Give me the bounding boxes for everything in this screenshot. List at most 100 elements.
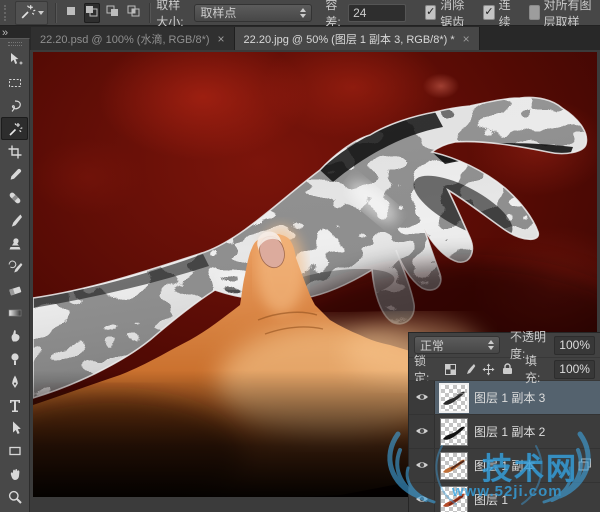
layer-row[interactable]: 图层 1 <box>409 483 600 512</box>
tab-22-20-psd[interactable]: 22.20.psd @ 100% (水滴, RGB/8*) × <box>31 27 235 50</box>
marquee-icon <box>7 75 23 91</box>
tool-lasso[interactable] <box>1 94 28 117</box>
eye-icon <box>415 459 429 473</box>
lock-all-icon[interactable] <box>501 362 515 376</box>
options-bar: 取样大小: 取样点 容差: ✓ 消除锯齿 ✓ 连续 对所有图层取样 <box>0 0 600 26</box>
current-tool-button[interactable] <box>15 1 48 25</box>
add-to-selection-button[interactable] <box>84 3 100 23</box>
history-brush-icon <box>7 259 23 275</box>
dodge-icon <box>7 351 23 367</box>
tool-brush[interactable] <box>1 209 28 232</box>
blend-mode-value: 正常 <box>420 337 444 354</box>
layer-name: 图层 1 副本 3 <box>474 389 545 406</box>
tool-pen[interactable] <box>1 370 28 393</box>
tool-healing-brush[interactable] <box>1 186 28 209</box>
visibility-toggle[interactable] <box>409 381 435 414</box>
duplicate-badge-icon <box>578 458 592 474</box>
crop-icon <box>7 144 23 160</box>
eye-icon <box>415 425 429 439</box>
tools-panel <box>0 38 30 512</box>
tab-22-20-jpg[interactable]: 22.20.jpg @ 50% (图层 1 副本 3, RGB/8*) * × <box>235 27 480 50</box>
options-bar-grip[interactable] <box>4 5 8 21</box>
sample-size-dropdown[interactable]: 取样点 <box>194 4 312 22</box>
opacity-value[interactable]: 100% <box>554 336 595 355</box>
separator <box>149 3 150 23</box>
add-to-selection-icon <box>84 4 100 21</box>
type-icon <box>7 397 23 413</box>
checkbox-unchecked-icon <box>529 5 539 20</box>
layer-thumbnail[interactable] <box>441 385 467 411</box>
eyedropper-icon <box>7 167 23 183</box>
separator <box>55 3 56 23</box>
visibility-toggle[interactable] <box>409 449 435 482</box>
tool-type[interactable] <box>1 393 28 416</box>
tool-zoom[interactable] <box>1 485 28 508</box>
visibility-toggle[interactable] <box>409 483 435 512</box>
eye-icon <box>415 493 429 507</box>
path-selection-icon <box>7 420 23 436</box>
zoom-icon <box>7 489 23 505</box>
intersect-selection-icon <box>126 4 142 21</box>
subtract-from-selection-icon <box>105 4 121 21</box>
lock-position-icon[interactable] <box>482 362 496 376</box>
tool-rectangular-marquee[interactable] <box>1 71 28 94</box>
brush-icon <box>7 213 23 229</box>
tolerance-input[interactable] <box>348 4 406 22</box>
layer-name: 图层 1 <box>474 491 508 508</box>
new-selection-button[interactable] <box>63 3 79 23</box>
layers-panel: 正常 不透明度: 100% 锁定: 填充: 100% 图层 1 副本 3 <box>408 332 600 512</box>
tool-magic-wand[interactable] <box>1 117 28 140</box>
layer-name: 图层 1 副本 2 <box>474 423 545 440</box>
tool-preset-caret-icon <box>38 11 44 15</box>
fill-value[interactable]: 100% <box>554 360 595 379</box>
tool-gradient[interactable] <box>1 301 28 324</box>
tool-path-selection[interactable] <box>1 416 28 439</box>
stepper-icon <box>488 340 494 350</box>
tool-move[interactable] <box>1 48 28 71</box>
layer-row[interactable]: 图层 1 副本 3 <box>409 381 600 415</box>
document-tab-bar: » 22.20.psd @ 100% (水滴, RGB/8*) × 22.20.… <box>0 26 600 50</box>
subtract-from-selection-button[interactable] <box>105 3 121 23</box>
sample-size-dropdown-value: 取样点 <box>200 4 236 21</box>
close-icon[interactable]: × <box>218 32 225 46</box>
layer-thumbnail[interactable] <box>441 453 467 479</box>
tool-eraser[interactable] <box>1 278 28 301</box>
hand-icon <box>7 466 23 482</box>
lasso-icon <box>7 98 23 114</box>
smudge-icon <box>7 328 23 344</box>
tool-eyedropper[interactable] <box>1 163 28 186</box>
lock-pixels-icon[interactable] <box>462 362 476 376</box>
stepper-icon <box>300 8 306 18</box>
tools-panel-grip[interactable] <box>8 42 22 46</box>
tool-clone-stamp[interactable] <box>1 232 28 255</box>
tool-history-brush[interactable] <box>1 255 28 278</box>
layer-thumbnail[interactable] <box>441 487 467 512</box>
clone-stamp-icon <box>7 236 23 252</box>
layer-row[interactable]: 图层 1 副本 2 <box>409 415 600 449</box>
visibility-toggle[interactable] <box>409 415 435 448</box>
gradient-icon <box>7 305 23 321</box>
tool-dodge[interactable] <box>1 347 28 370</box>
fill-label: 填充: <box>525 352 549 386</box>
tab-title: 22.20.jpg @ 50% (图层 1 副本 3, RGB/8*) * <box>244 31 455 47</box>
healing-brush-icon <box>7 190 23 206</box>
tool-hand[interactable] <box>1 462 28 485</box>
magic-wand-icon <box>7 121 23 137</box>
checkbox-checked-icon: ✓ <box>483 5 494 20</box>
checkbox-checked-icon: ✓ <box>425 5 436 20</box>
tool-smudge[interactable] <box>1 324 28 347</box>
close-icon[interactable]: × <box>463 32 470 46</box>
layer-name: 图层 1 副本 <box>474 457 535 474</box>
intersect-selection-button[interactable] <box>126 3 142 23</box>
layer-row[interactable]: 图层 1 副本 <box>409 449 600 483</box>
move-icon <box>7 52 23 68</box>
shape-icon <box>7 443 23 459</box>
tool-shape[interactable] <box>1 439 28 462</box>
layer-thumbnail[interactable] <box>441 419 467 445</box>
lock-transparency-icon[interactable] <box>443 362 457 376</box>
eye-icon <box>415 391 429 405</box>
pen-icon <box>7 374 23 390</box>
photoshop-window: 取样大小: 取样点 容差: ✓ 消除锯齿 ✓ 连续 对所有图层取样 » 22.2… <box>0 0 600 512</box>
tool-crop[interactable] <box>1 140 28 163</box>
magic-wand-icon <box>19 3 36 23</box>
